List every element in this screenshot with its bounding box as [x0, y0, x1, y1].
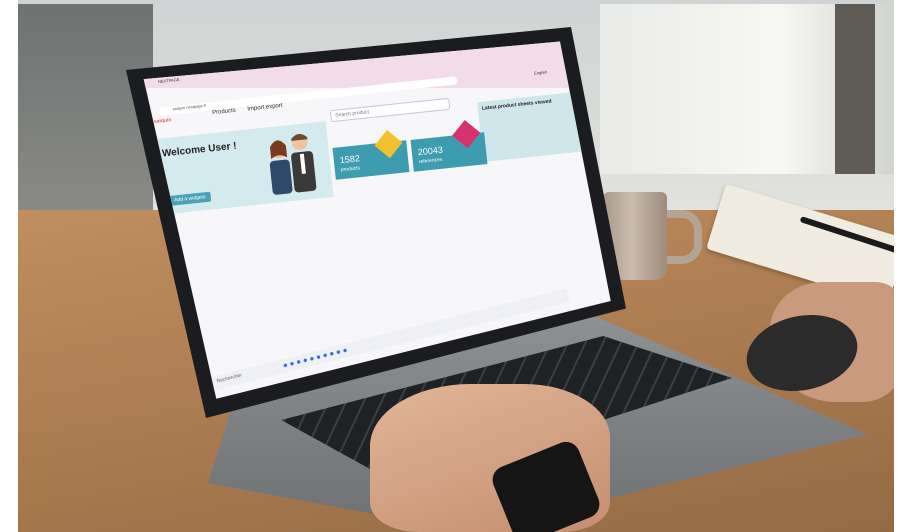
- background-wall: [18, 4, 153, 234]
- welcome-panel: Welcome User ! Add a widgets: [154, 121, 334, 215]
- stat-card-references[interactable]: 20043 references: [410, 120, 488, 172]
- background-pillar: [835, 4, 875, 174]
- taskbar-app-icons[interactable]: ●●●●●●●●●●: [282, 345, 350, 370]
- add-widgets-button[interactable]: Add a widgets: [168, 191, 212, 206]
- taskbar-search[interactable]: Rechercher: [216, 372, 243, 384]
- photo-scene: NEXTPAGE saiquin.nextpage.fr English sai…: [0, 0, 900, 532]
- welcome-title: Welcome User !: [161, 140, 238, 160]
- stat-value: 20043: [417, 144, 444, 158]
- search-input[interactable]: Search product: [329, 97, 451, 123]
- stat-card-products[interactable]: 1582 products: [332, 130, 410, 180]
- left-border: [0, 0, 18, 532]
- right-border: [894, 0, 900, 532]
- stat-label: products: [340, 165, 361, 174]
- cubes-icon: [452, 120, 481, 149]
- stat-value: 1582: [339, 153, 361, 166]
- cube-icon: [374, 130, 403, 159]
- nav-products[interactable]: Products: [212, 108, 236, 116]
- stat-label: references: [418, 156, 443, 166]
- people-illustration: [269, 134, 317, 195]
- app-logo[interactable]: saiquin: [154, 117, 172, 125]
